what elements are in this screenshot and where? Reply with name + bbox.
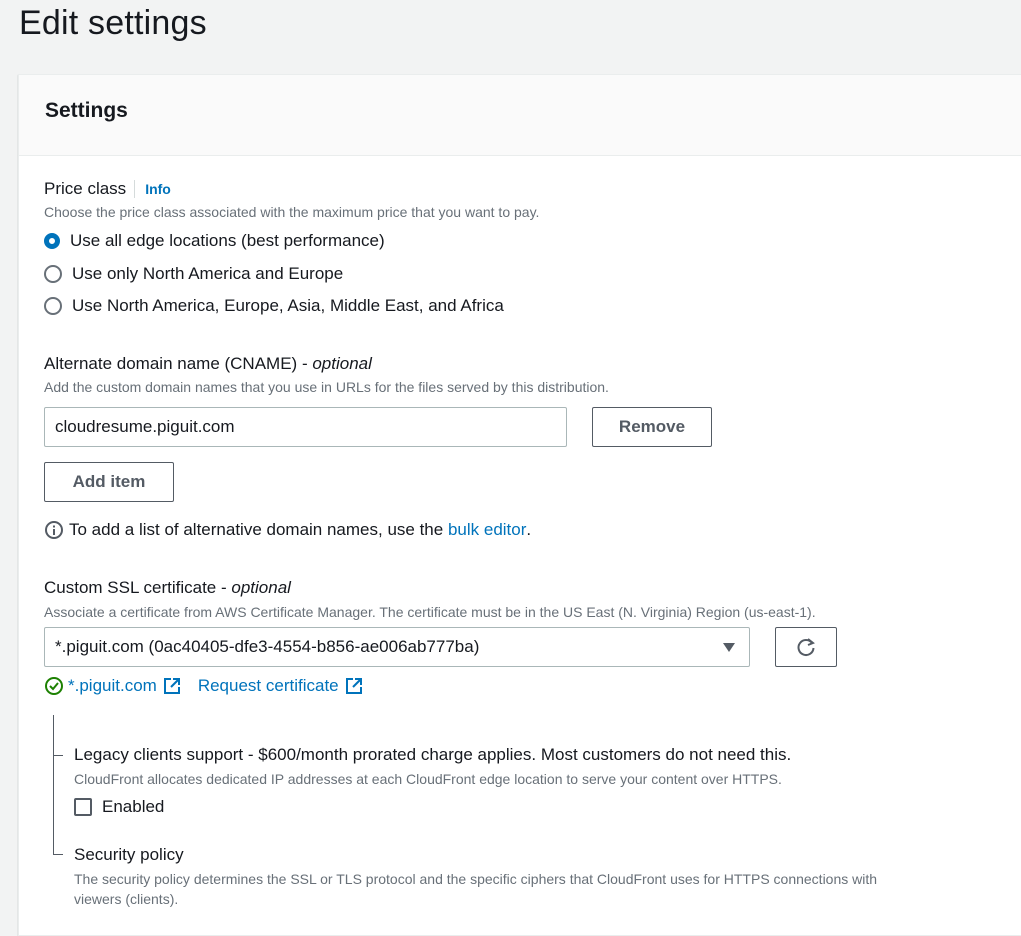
success-check-icon [45, 677, 63, 695]
tree-branch-line [53, 755, 63, 756]
cname-description: Add the custom domain names that you use… [44, 379, 609, 395]
price-class-description: Choose the price class associated with t… [44, 204, 540, 220]
cname-label: Alternate domain name (CNAME) - optional [44, 354, 372, 373]
ssl-description: Associate a certificate from AWS Certifi… [44, 604, 816, 620]
legacy-clients-description: CloudFront allocates dedicated IP addres… [74, 771, 782, 787]
cname-input[interactable]: cloudresume.piguit.com [44, 407, 567, 447]
refresh-button[interactable] [775, 627, 837, 667]
request-certificate-link[interactable]: Request certificate [198, 676, 339, 696]
cname-label-text: Alternate domain name (CNAME) [44, 354, 298, 373]
price-class-option-label: Use only North America and Europe [72, 264, 344, 283]
price-class-option-na-eu-asia[interactable]: Use North America, Europe, Asia, Middle … [44, 296, 504, 316]
legacy-clients-checkbox-label: Enabled [102, 797, 165, 816]
settings-panel: Settings Price class Info Choose the pri… [18, 74, 1021, 936]
ssl-certificate-select-value: *.piguit.com (0ac40405-dfe3-4554-b856-ae… [55, 637, 480, 656]
price-class-label: Price class [44, 179, 127, 198]
certificate-link[interactable]: *.piguit.com [68, 676, 157, 696]
price-class-label-row: Price class Info [44, 179, 171, 199]
ssl-label: Custom SSL certificate - optional [44, 578, 291, 597]
checkbox-unchecked-icon[interactable] [74, 798, 92, 816]
security-policy-label: Security policy [74, 845, 184, 864]
refresh-icon [797, 638, 815, 657]
bulk-editor-link[interactable]: bulk editor [448, 520, 526, 540]
price-class-info-link[interactable]: Info [134, 180, 171, 198]
cname-input-value: cloudresume.piguit.com [55, 417, 235, 436]
legacy-clients-label: Legacy clients support - $600/month pror… [74, 745, 792, 764]
tree-vertical-line [53, 715, 54, 855]
bulk-editor-hint: To add a list of alternative domain name… [44, 520, 531, 540]
radio-selected-icon[interactable] [44, 233, 60, 249]
add-item-button[interactable]: Add item [44, 462, 174, 502]
external-link-icon[interactable] [344, 676, 364, 696]
tree-branch-line [53, 854, 63, 855]
price-class-option-na-eu[interactable]: Use only North America and Europe [44, 264, 343, 284]
ssl-optional-text: optional [231, 578, 291, 597]
settings-panel-title: Settings [45, 99, 128, 122]
remove-button[interactable]: Remove [592, 407, 712, 447]
security-policy-description-line1: The security policy determines the SSL o… [74, 871, 878, 887]
bulk-editor-hint-text: To add a list of alternative domain name… [69, 520, 444, 539]
info-icon [45, 521, 63, 539]
cname-optional-text: optional [312, 354, 372, 373]
bulk-editor-hint-suffix: . [526, 520, 532, 539]
ssl-certificate-select[interactable]: *.piguit.com (0ac40405-dfe3-4554-b856-ae… [44, 627, 750, 667]
price-class-option-label: Use all edge locations (best performance… [70, 231, 385, 250]
external-link-icon[interactable] [162, 676, 182, 696]
legacy-clients-checkbox[interactable]: Enabled [74, 797, 164, 817]
price-class-option-label: Use North America, Europe, Asia, Middle … [72, 296, 504, 315]
ssl-label-text: Custom SSL certificate [44, 578, 217, 597]
caret-down-icon [723, 643, 735, 652]
price-class-option-all[interactable]: Use all edge locations (best performance… [44, 231, 385, 251]
settings-panel-header: Settings [19, 75, 1021, 156]
radio-unselected-icon[interactable] [44, 265, 62, 283]
ssl-status-row: *.piguit.com Request certificate [44, 676, 364, 696]
security-policy-description-line2: viewers (clients). [74, 891, 179, 907]
radio-unselected-icon[interactable] [44, 297, 62, 315]
page-title: Edit settings [19, 4, 207, 42]
